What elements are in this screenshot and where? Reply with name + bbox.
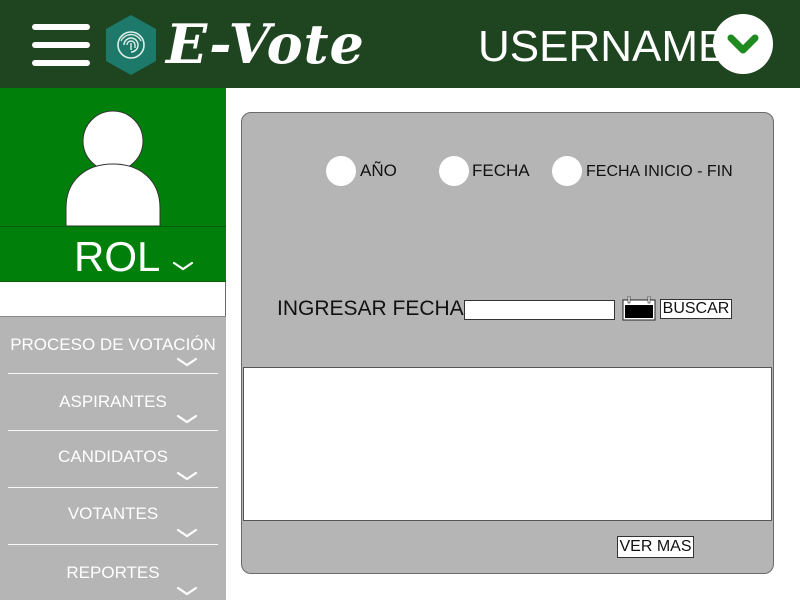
- role-selector[interactable]: ROL: [0, 226, 226, 282]
- date-input[interactable]: [464, 300, 615, 320]
- user-menu-chevron-icon[interactable]: [713, 14, 773, 74]
- calendar-icon[interactable]: [622, 296, 656, 321]
- chevron-down-icon: [176, 586, 198, 596]
- radio-label-fecha-inicio-fin: FECHA INICIO - FIN: [586, 163, 733, 180]
- chevron-down-icon: [176, 357, 198, 367]
- date-label: INGRESAR FECHA:: [277, 297, 470, 320]
- role-label: ROL: [74, 233, 161, 280]
- sidebar-item-label: ASPIRANTES: [59, 392, 167, 411]
- chevron-down-icon: [176, 528, 198, 538]
- sidebar-item-candidatos[interactable]: CANDIDATOS: [0, 431, 226, 488]
- sidebar: ROL PROCESO DE VOTACIÓN ASPIRANTES CANDI…: [0, 88, 226, 600]
- sidebar-item-label: VOTANTES: [67, 504, 159, 523]
- radio-ano[interactable]: [326, 156, 356, 186]
- sidebar-item-label: REPORTES: [66, 563, 160, 582]
- username-label[interactable]: USERNAME: [478, 22, 727, 72]
- radio-label-fecha: FECHA: [472, 161, 530, 180]
- chevron-down-icon: [176, 414, 198, 424]
- results-area: [243, 367, 772, 521]
- sidebar-item-reportes[interactable]: REPORTES: [0, 545, 226, 600]
- sidebar-menu: PROCESO DE VOTACIÓN ASPIRANTES CANDIDATO…: [0, 316, 226, 600]
- menu-bar: [32, 60, 90, 66]
- top-bar: E-Vote USERNAME: [0, 0, 800, 88]
- sidebar-item-aspirantes[interactable]: ASPIRANTES: [0, 374, 226, 431]
- menu-bar: [32, 42, 90, 48]
- chevron-down-icon: [727, 34, 759, 54]
- sidebar-item-label: CANDIDATOS: [58, 447, 168, 466]
- brand-title: E-Vote: [166, 12, 365, 76]
- ver-mas-button[interactable]: VER MAS: [617, 536, 694, 558]
- fingerprint-logo-icon: [106, 15, 156, 75]
- radio-fecha-inicio-fin[interactable]: [552, 156, 582, 186]
- chevron-down-icon: [176, 471, 198, 481]
- sidebar-item-proceso-de-votacion[interactable]: PROCESO DE VOTACIÓN: [0, 317, 226, 374]
- search-panel: AÑO FECHA FECHA INICIO - FIN INGRESAR FE…: [241, 112, 774, 574]
- menu-icon[interactable]: [32, 22, 90, 68]
- user-avatar-icon: [65, 110, 161, 226]
- radio-label-ano: AÑO: [360, 161, 397, 180]
- profile-card: ROL: [0, 88, 226, 282]
- search-button[interactable]: BUSCAR: [660, 299, 732, 319]
- sidebar-item-votantes[interactable]: VOTANTES: [0, 488, 226, 545]
- sidebar-item-label: PROCESO DE VOTACIÓN: [10, 335, 216, 354]
- chevron-down-icon: [172, 261, 194, 271]
- menu-bar: [32, 24, 90, 30]
- radio-fecha[interactable]: [439, 156, 469, 186]
